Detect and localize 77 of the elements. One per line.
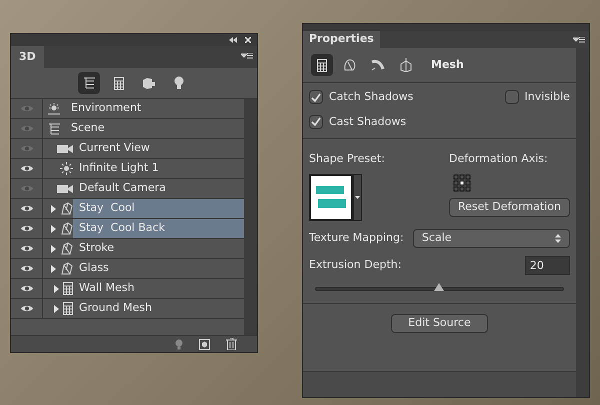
expand-triangle-icon[interactable] xyxy=(54,284,59,292)
eye-icon[interactable] xyxy=(20,264,34,273)
mesh-grid-icon xyxy=(63,302,73,315)
extrusion-depth-field[interactable]: 20 xyxy=(524,256,570,274)
layer-name[interactable]: Infinite Light 1 xyxy=(73,159,244,178)
mesh-grid-icon xyxy=(317,58,327,72)
axis-grid-icon[interactable] xyxy=(453,174,471,192)
collapse-icon[interactable] xyxy=(229,37,237,43)
layer-name[interactable]: Wall Mesh xyxy=(73,279,244,298)
scrollbar-track[interactable] xyxy=(576,48,589,397)
box-icon[interactable] xyxy=(199,338,210,350)
mode-button[interactable] xyxy=(311,54,333,76)
layer-name[interactable]: Stroke xyxy=(73,239,244,258)
updown-caret-icon xyxy=(554,234,561,242)
lightbulb-icon[interactable] xyxy=(175,338,183,350)
checkbox-label: Catch Shadows xyxy=(329,89,414,105)
scrollbar-track[interactable] xyxy=(244,99,257,335)
field-label: Deformation Axis: xyxy=(449,151,549,167)
sun-icon xyxy=(60,162,73,175)
mesh-grid-icon xyxy=(114,76,124,90)
field-label: Shape Preset: xyxy=(309,151,386,167)
expand-triangle-icon[interactable] xyxy=(54,304,59,312)
layer-name[interactable]: Ground Mesh xyxy=(73,299,244,318)
edit-source-button[interactable]: Edit Source xyxy=(390,314,488,332)
panel-tab[interactable]: Properties xyxy=(303,31,380,48)
camera-icon xyxy=(57,144,73,154)
checkbox[interactable] xyxy=(309,114,323,129)
eye-icon[interactable] xyxy=(20,244,34,253)
checkmark-icon xyxy=(311,117,321,126)
checkbox-label: Cast Shadows xyxy=(329,114,406,130)
panel-menu-icon[interactable] xyxy=(241,53,253,60)
reset-deformation-button[interactable]: Reset Deformation xyxy=(449,198,570,216)
lightbulb-icon xyxy=(174,76,184,90)
section-title: Mesh xyxy=(431,56,464,73)
layer-name[interactable]: Environment xyxy=(65,99,244,118)
field-label: Extrusion Depth: xyxy=(309,256,402,273)
close-icon[interactable] xyxy=(245,37,251,43)
expand-triangle-icon[interactable] xyxy=(51,264,56,272)
slider-thumb[interactable] xyxy=(434,282,444,290)
checkbox-label: Invisible xyxy=(524,89,570,105)
expand-triangle-icon[interactable] xyxy=(51,244,56,252)
deform-icon xyxy=(343,58,357,72)
panel-menu-icon[interactable] xyxy=(573,37,585,44)
expand-triangle-icon[interactable] xyxy=(51,224,56,232)
layer-name[interactable]: Stay Cool Back xyxy=(73,219,244,238)
texture-mapping-select[interactable]: Scale xyxy=(412,228,570,248)
shape-preset-thumbnail[interactable] xyxy=(309,174,353,220)
cube-axis-icon xyxy=(399,58,413,72)
trash-icon[interactable] xyxy=(226,338,237,350)
checkmark-icon xyxy=(311,92,321,102)
layer-name[interactable]: Stay Cool xyxy=(73,199,244,218)
filter-button[interactable] xyxy=(78,72,100,94)
scene-tree-icon xyxy=(82,77,96,89)
mesh-object-icon xyxy=(60,262,73,275)
expand-triangle-icon[interactable] xyxy=(51,204,56,212)
eye-icon[interactable] xyxy=(20,304,34,313)
eye-icon[interactable] xyxy=(20,204,34,213)
eye-icon[interactable] xyxy=(20,284,34,293)
select-value: Scale xyxy=(422,230,452,246)
layer-name[interactable]: Current View xyxy=(73,139,244,158)
panel-tab[interactable]: 3D xyxy=(11,46,44,68)
scene-tree-icon xyxy=(48,122,60,134)
checkbox[interactable] xyxy=(504,90,519,104)
mesh-grid-icon xyxy=(63,282,73,295)
checkbox[interactable] xyxy=(309,90,323,104)
layer-name[interactable]: Default Camera xyxy=(73,179,244,198)
layer-name[interactable]: Glass xyxy=(73,259,244,278)
field-label: Texture Mapping: xyxy=(309,230,404,246)
mesh-object-icon xyxy=(60,242,73,255)
eye-icon[interactable] xyxy=(20,224,34,233)
environment-icon xyxy=(47,102,61,114)
camera-icon xyxy=(57,184,73,194)
caret-icon xyxy=(355,196,360,198)
mesh-object-icon xyxy=(60,222,73,235)
mesh-object-icon xyxy=(60,202,73,215)
layer-name[interactable]: Scene xyxy=(65,119,244,138)
eye-icon[interactable] xyxy=(20,164,34,173)
